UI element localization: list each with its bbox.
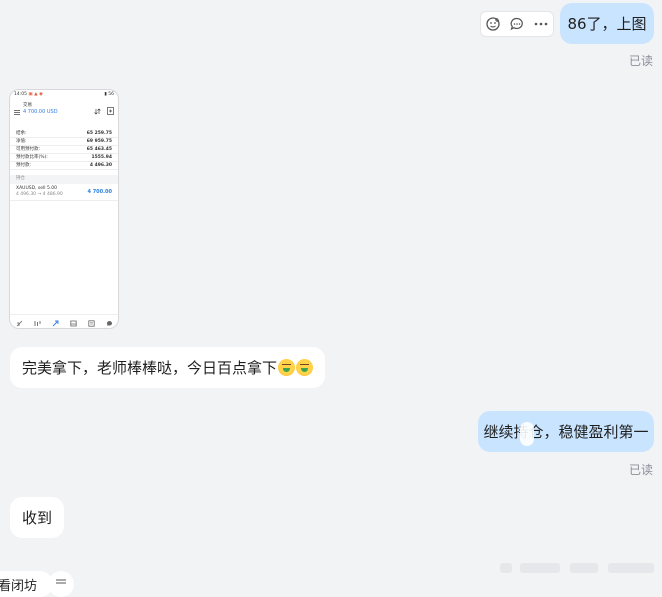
blurred-text xyxy=(570,563,598,573)
summary-row: 净值: 69 959.75 xyxy=(10,138,118,146)
pointer-overlay xyxy=(520,422,534,446)
message-text: 完美拿下，老师棒棒哒，今日百点拿下 xyxy=(22,359,278,377)
emoji-reaction-icon[interactable] xyxy=(485,16,501,32)
read-status: 已读 xyxy=(629,463,654,477)
phone-header-balance: 4 700.00 USD xyxy=(23,109,58,115)
quotes-tab-icon xyxy=(16,312,23,328)
account-summary: 结余: 65 259.75 净值: 69 959.75 可用预付款: 65 463.4… xyxy=(10,130,118,170)
summary-row: 结余: 65 259.75 xyxy=(10,130,118,138)
more-icon[interactable] xyxy=(533,16,549,32)
status-icons: ▣ ▲ ◉ xyxy=(28,92,43,97)
phone-tab-bar xyxy=(10,314,118,328)
message-text: 86了，上图 xyxy=(567,15,647,33)
menu-icon xyxy=(56,579,66,584)
message-text: 收到 xyxy=(22,509,53,527)
news-tab-icon xyxy=(87,312,95,328)
positions-section-label: 持仓 xyxy=(10,175,118,184)
blurred-text xyxy=(500,563,512,573)
position-profit: 4 700.00 xyxy=(87,189,112,195)
menu-button[interactable] xyxy=(48,571,74,597)
sort-icon xyxy=(94,100,101,119)
new-order-icon xyxy=(107,100,114,119)
status-time: 14:05 xyxy=(14,92,27,97)
quick-tag-label: 看闭坊 xyxy=(0,578,38,594)
message-image[interactable]: 14:05 ▣ ▲ ◉ ▮ 56 交易 4 700.00 USD 结余: 65 2… xyxy=(9,89,119,329)
quick-tag[interactable]: 看闭坊 xyxy=(0,571,54,597)
blurred-text xyxy=(520,563,560,573)
position-prices: 4 496.30 → 4 486.90 xyxy=(16,192,63,197)
menu-icon xyxy=(14,100,20,119)
message-action-bar xyxy=(480,11,554,37)
comment-icon[interactable] xyxy=(509,16,525,32)
summary-row: 预付款比率(%): 1555.94 xyxy=(10,154,118,162)
chart-tab-icon xyxy=(34,312,41,328)
nauseated-face-emoji-icon xyxy=(278,359,296,376)
history-tab-icon xyxy=(69,312,77,328)
summary-row: 可用预付款: 65 463.45 xyxy=(10,146,118,154)
blurred-text xyxy=(608,563,654,573)
phone-header: 交易 4 700.00 USD xyxy=(10,98,118,117)
position-row: XAUUSD, sell 5.00 4 496.30 → 4 486.90 4 … xyxy=(10,184,118,201)
summary-row: 预付款: 4 496.30 xyxy=(10,162,118,170)
message-bubble-outgoing[interactable]: 继续持仓，稳健盈利第一 xyxy=(478,411,654,452)
trade-tab-icon xyxy=(52,312,59,328)
phone-status-bar: 14:05 ▣ ▲ ◉ ▮ 56 xyxy=(10,90,118,98)
read-status: 已读 xyxy=(629,54,654,68)
message-bubble-incoming[interactable]: 收到 xyxy=(10,497,65,538)
nauseated-face-emoji-icon xyxy=(296,359,314,376)
status-right: ▮ 56 xyxy=(104,92,114,97)
message-bubble-outgoing[interactable]: 86了，上图 xyxy=(560,3,654,44)
message-text: 继续持仓，稳健盈利第一 xyxy=(483,423,649,441)
chat-tab-icon xyxy=(106,312,113,328)
message-bubble-incoming[interactable]: 完美拿下，老师棒棒哒，今日百点拿下 xyxy=(10,347,326,388)
